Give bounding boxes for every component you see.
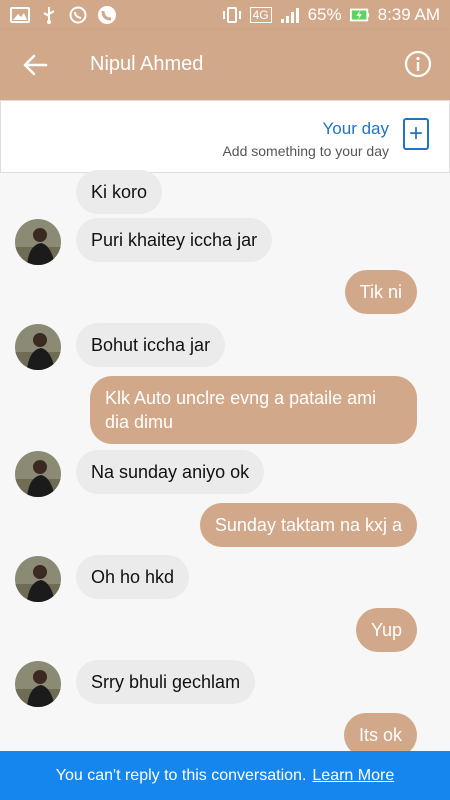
your-day-subtitle: Add something to your day (222, 143, 389, 159)
incoming-message: Bohut iccha jar (76, 323, 226, 367)
incoming-message: Ki koro (76, 170, 163, 214)
signal-icon (280, 6, 300, 24)
plus-icon[interactable]: + (403, 118, 429, 150)
incoming-message: Srry bhuli gechlam (76, 660, 256, 704)
phone-icon (97, 6, 117, 24)
outgoing-message: Tik ni (344, 270, 417, 314)
avatar[interactable] (15, 556, 61, 602)
battery-percent: 65% (307, 5, 342, 24)
arrow-left-icon[interactable] (22, 52, 48, 78)
your-day-panel[interactable]: Your day Add something to your day + (0, 100, 450, 173)
outgoing-message: Sunday taktam na kxj a (199, 503, 417, 547)
network-type: 4G (249, 7, 272, 23)
cannot-reply-text: You can't reply to this conversation. (55, 766, 307, 784)
clock: 8:39 AM (377, 5, 440, 24)
avatar[interactable] (15, 451, 61, 497)
usb-icon (39, 6, 59, 24)
cannot-reply-banner: You can't reply to this conversation. Le… (0, 751, 450, 800)
outgoing-message: Yup (355, 608, 417, 652)
incoming-message: Oh ho hkd (76, 555, 190, 599)
learn-more-link[interactable]: Learn More (312, 767, 394, 785)
battery-charging-icon (349, 6, 370, 24)
status-bar: 4G 65% 8:39 AM (0, 0, 450, 30)
incoming-message: Puri khaitey iccha jar (76, 218, 273, 262)
incoming-message: Na sunday aniyo ok (76, 450, 265, 494)
outgoing-message: Klk Auto unclre evng a pataile ami dia d… (90, 376, 417, 444)
your-day-title: Your day (322, 119, 389, 138)
info-icon[interactable] (404, 50, 432, 78)
image-icon (10, 6, 30, 24)
avatar[interactable] (15, 324, 61, 370)
conversation-title: Nipul Ahmed (90, 53, 204, 75)
avatar[interactable] (15, 661, 61, 707)
vibrate-icon (222, 6, 242, 24)
avatar[interactable] (15, 219, 61, 265)
whatsapp-icon (68, 6, 88, 24)
app-bar: Nipul Ahmed (0, 30, 450, 100)
